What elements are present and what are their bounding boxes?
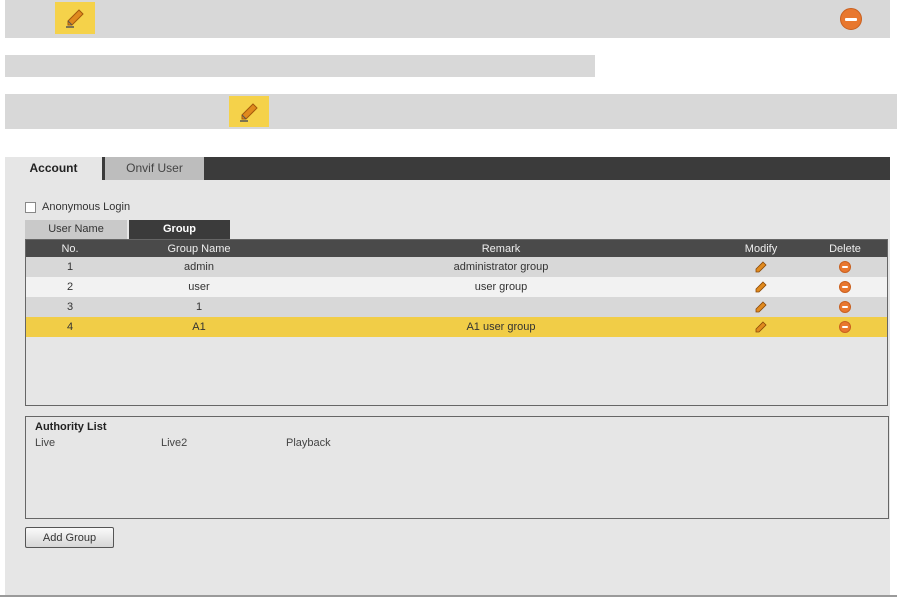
authority-list: Authority List Live Live2 Playback bbox=[25, 416, 889, 519]
row-no: 1 bbox=[66, 261, 74, 273]
row-remark: user group bbox=[474, 281, 528, 293]
pencil-icon bbox=[66, 9, 84, 28]
header-group-name: Group Name bbox=[167, 242, 231, 255]
subtab-user-name[interactable]: User Name bbox=[25, 220, 127, 239]
add-group-button[interactable]: Add Group bbox=[25, 527, 114, 548]
tab-onvif-user[interactable]: Onvif User bbox=[105, 157, 204, 180]
anonymous-login[interactable]: Anonymous Login bbox=[25, 201, 130, 213]
delete-icon bbox=[839, 281, 851, 293]
delete-icon bbox=[839, 261, 851, 273]
modify-button[interactable] bbox=[718, 297, 804, 317]
table-row-selected[interactable]: 4 A1 A1 user group bbox=[26, 317, 887, 337]
row-group-name: admin bbox=[184, 261, 214, 273]
header-modify: Modify bbox=[744, 242, 778, 255]
table-row[interactable]: 1 admin administrator group bbox=[26, 257, 887, 277]
pencil-icon bbox=[755, 301, 767, 313]
authority-item: Playback bbox=[286, 437, 331, 449]
tab-bar: Account Onvif User bbox=[5, 157, 890, 180]
pencil-icon bbox=[755, 281, 767, 293]
modify-button[interactable] bbox=[718, 317, 804, 337]
row-no: 4 bbox=[66, 321, 74, 333]
pencil-icon bbox=[240, 102, 258, 122]
legend-strip-2 bbox=[5, 55, 595, 77]
modify-legend-icon-2 bbox=[229, 96, 269, 127]
anonymous-login-label: Anonymous Login bbox=[42, 201, 131, 213]
account-panel: Account Onvif User Anonymous Login User … bbox=[5, 157, 890, 595]
header-no: No. bbox=[61, 242, 79, 255]
legend-strip-1 bbox=[5, 0, 890, 38]
pencil-icon bbox=[755, 261, 767, 273]
delete-button[interactable] bbox=[802, 257, 888, 277]
delete-legend-icon bbox=[836, 4, 866, 34]
row-remark: A1 user group bbox=[466, 321, 536, 333]
delete-icon bbox=[840, 8, 862, 30]
row-remark bbox=[284, 297, 718, 317]
table-row[interactable]: 2 user user group bbox=[26, 277, 887, 297]
modify-button[interactable] bbox=[718, 257, 804, 277]
row-group-name: A1 bbox=[192, 321, 206, 333]
bottom-divider bbox=[0, 595, 897, 597]
modify-legend-icon bbox=[55, 2, 95, 34]
pencil-icon bbox=[755, 321, 767, 333]
row-no: 2 bbox=[66, 281, 74, 293]
delete-button[interactable] bbox=[802, 317, 888, 337]
delete-button[interactable] bbox=[802, 297, 888, 317]
subtab-group[interactable]: Group bbox=[129, 220, 230, 239]
header-delete: Delete bbox=[829, 242, 861, 255]
table-row[interactable]: 3 1 bbox=[26, 297, 887, 317]
delete-icon bbox=[839, 301, 851, 313]
anonymous-login-checkbox[interactable] bbox=[25, 201, 36, 213]
row-remark: administrator group bbox=[453, 261, 549, 273]
delete-button[interactable] bbox=[802, 277, 888, 297]
group-table: No. Group Name Remark Modify Delete 1 ad… bbox=[25, 239, 888, 406]
row-no: 3 bbox=[66, 301, 74, 313]
delete-icon bbox=[839, 321, 851, 333]
modify-button[interactable] bbox=[718, 277, 804, 297]
authority-item: Live bbox=[35, 437, 56, 449]
table-header: No. Group Name Remark Modify Delete bbox=[26, 240, 887, 257]
row-group-name: user bbox=[188, 281, 210, 293]
authority-list-title: Authority List bbox=[35, 421, 107, 433]
header-remark: Remark bbox=[481, 242, 521, 255]
authority-item: Live2 bbox=[161, 437, 188, 449]
legend-strip-3 bbox=[5, 94, 897, 129]
row-group-name: 1 bbox=[195, 301, 203, 313]
tab-account[interactable]: Account bbox=[5, 157, 102, 180]
